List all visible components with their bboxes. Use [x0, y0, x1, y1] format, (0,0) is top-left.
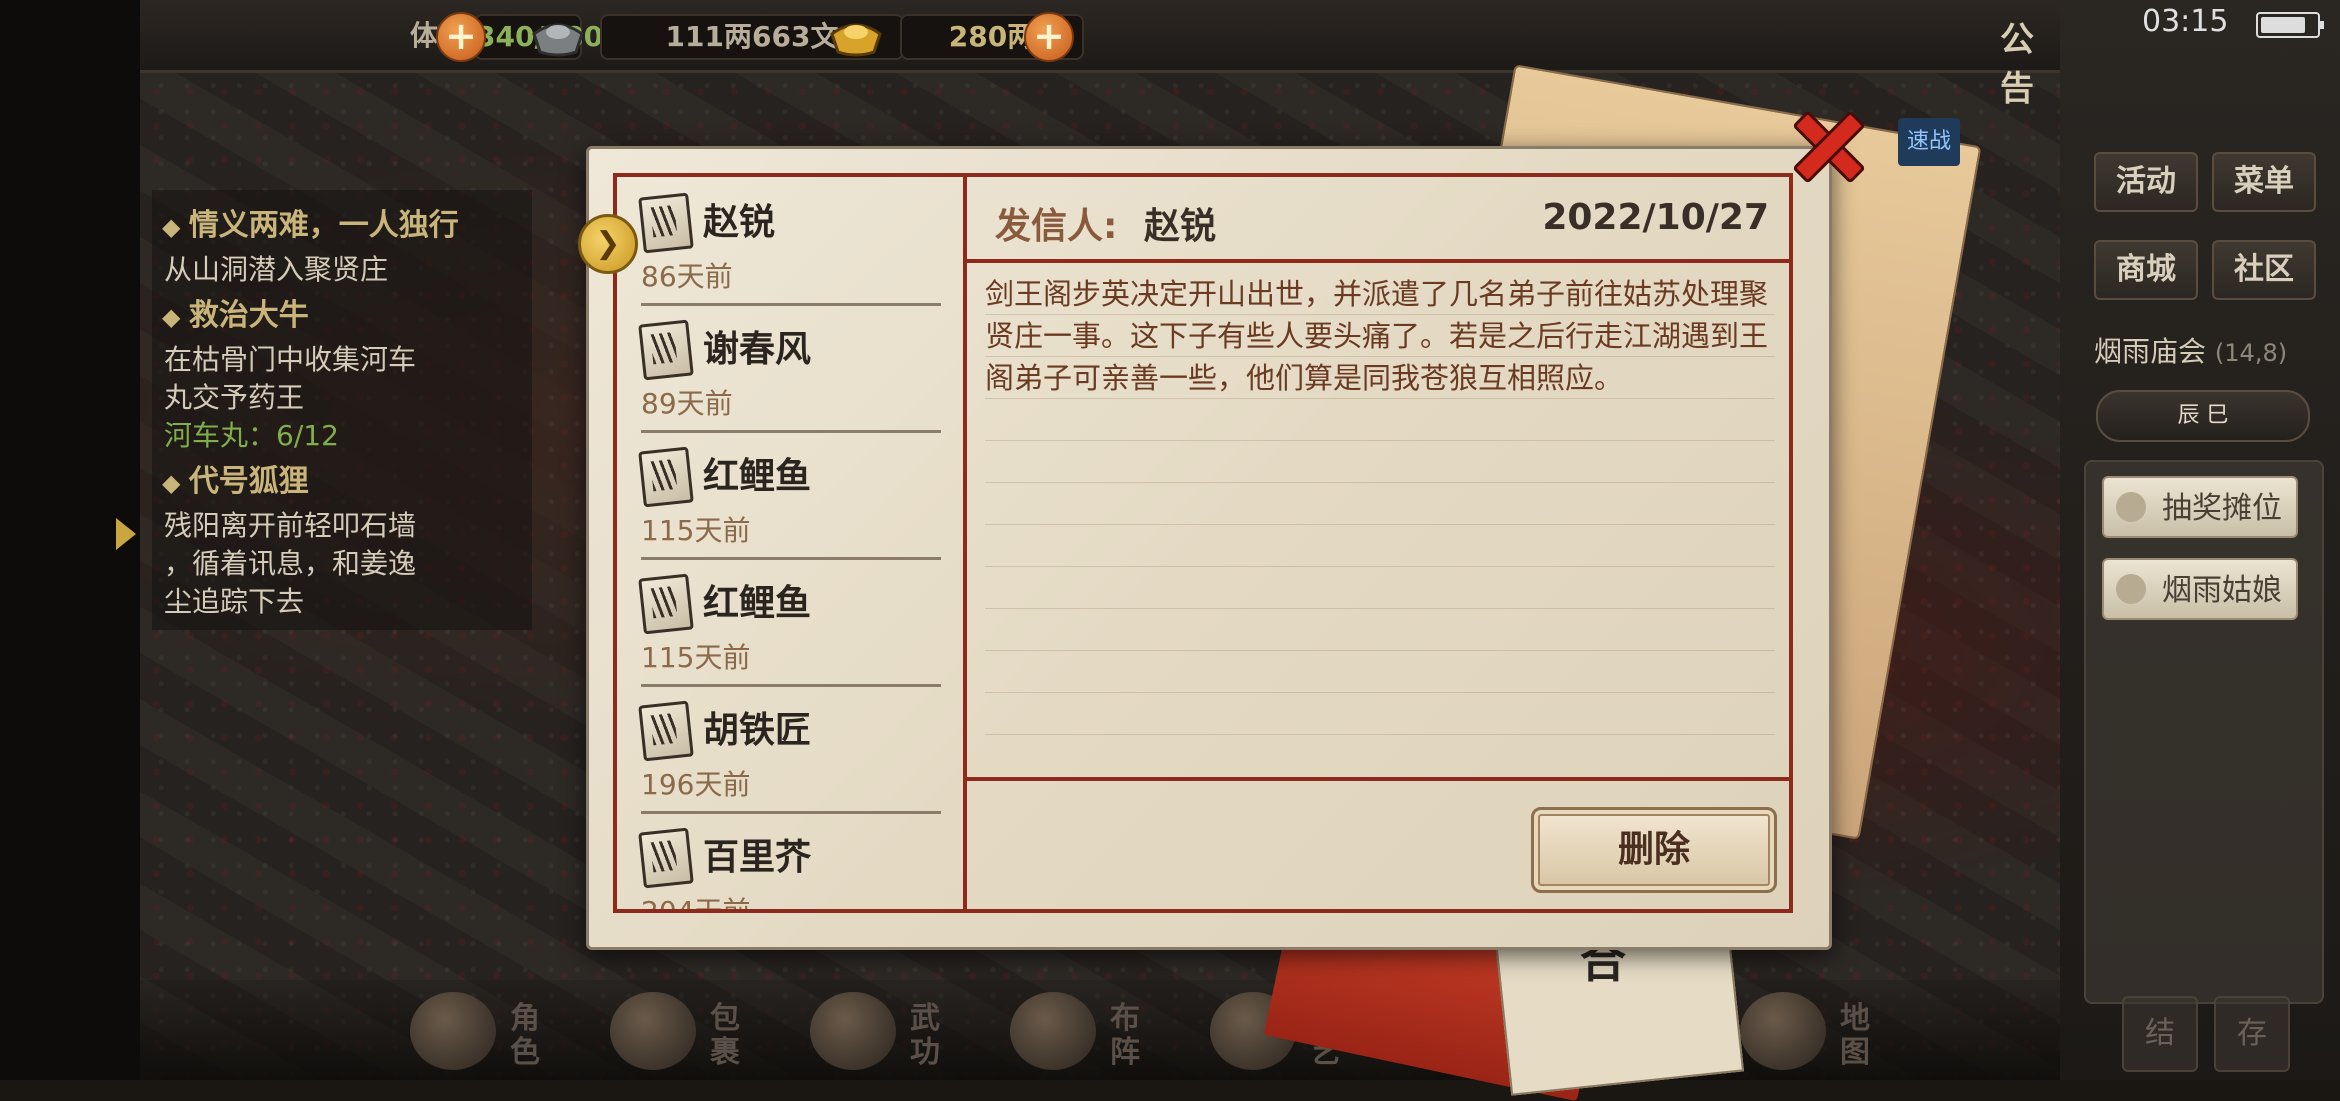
selection-arrow-icon: ❯	[578, 214, 638, 274]
scroll-letter-icon	[638, 192, 694, 254]
letter-body: 剑王阁步英决定开山出世，并派遣了几名弟子前往姑苏处理聚贤庄一事。这下子有些人要头…	[985, 273, 1775, 763]
event-panel: 抽奖摊位 烟雨姑娘	[2084, 460, 2324, 1004]
corner-button-right[interactable]: 存	[2214, 996, 2290, 1072]
quest-title[interactable]: 情义两难，一人独行	[162, 200, 459, 244]
stall-icon	[2116, 492, 2146, 522]
time-dial: 辰 巳	[2096, 390, 2310, 442]
event-label: 烟雨姑娘	[2162, 573, 2282, 608]
speed-battle-badge[interactable]: 速战	[1898, 118, 1960, 166]
nav-label: 布阵	[1110, 1001, 1140, 1070]
quest-progress: 河车丸：6/12	[164, 419, 339, 452]
letter-sender: 赵锐	[703, 202, 776, 243]
header-divider	[967, 259, 1793, 263]
list-divider	[963, 173, 967, 913]
letter-item[interactable]: 谢春风 89天前	[619, 306, 959, 433]
menu-button[interactable]: 菜单	[2212, 152, 2316, 212]
nav-character[interactable]: 角色	[410, 988, 590, 1078]
bag-icon	[610, 992, 696, 1070]
scroll-letter-icon	[638, 573, 694, 635]
close-icon[interactable]	[1780, 100, 1866, 186]
bottom-nav: 角色 包裹 武功 布阵 技艺 地图	[140, 980, 2060, 1080]
lottery-stall-button[interactable]: 抽奖摊位	[2102, 476, 2298, 538]
body-divider	[967, 777, 1793, 781]
character-icon	[410, 992, 496, 1070]
book-icon	[810, 992, 896, 1070]
letter-item[interactable]: 红鲤鱼 115天前	[619, 433, 959, 560]
announcement-button[interactable]: 公告	[2000, 12, 2060, 110]
bagua-icon	[1010, 992, 1096, 1070]
nav-martial-arts[interactable]: 武功	[810, 988, 990, 1078]
letter-sender: 红鲤鱼	[703, 456, 812, 497]
scroll-letter-icon	[638, 827, 694, 889]
letter-age: 115天前	[641, 514, 751, 547]
quest-text: 从山洞潜入聚贤庄	[164, 253, 389, 286]
quest-text: 在枯骨门中收集河车	[164, 343, 417, 376]
top-resource-bar: 体力 340/280 + 111两663文 280两 + 公告	[140, 0, 2060, 109]
nav-label: 地图	[1840, 1001, 1870, 1070]
battery-icon	[2256, 12, 2324, 38]
letter-age: 115天前	[641, 641, 751, 674]
community-button[interactable]: 社区	[2212, 240, 2316, 300]
add-gold-button[interactable]: +	[1024, 12, 1074, 62]
nav-formation[interactable]: 布阵	[1010, 988, 1190, 1078]
add-stamina-button[interactable]: +	[436, 12, 486, 62]
scroll-letter-icon	[638, 319, 694, 381]
nav-label: 包裹	[710, 1001, 740, 1070]
quest-tracker[interactable]: 情义两难，一人独行 从山洞潜入聚贤庄 救治大牛 在枯骨门中收集河车 丸交予药王 …	[152, 190, 532, 630]
letter-item[interactable]: 胡铁匠 196天前	[619, 687, 959, 814]
map-icon	[1740, 992, 1826, 1070]
corner-button-left[interactable]: 结	[2122, 996, 2198, 1072]
location-name: 烟雨庙会	[2094, 335, 2207, 368]
letter-age: 89天前	[641, 387, 733, 420]
event-label: 抽奖摊位	[2162, 491, 2282, 526]
quest-text: 丸交予药王	[164, 381, 305, 414]
letter-list[interactable]: 赵锐 86天前 谢春风 89天前 红鲤鱼 115天前 红鲤鱼 115天前 胡铁匠…	[619, 179, 959, 909]
letter-sender: 胡铁匠	[703, 710, 812, 751]
letter-sender: 百里芥	[703, 837, 812, 878]
letter-age: 204天前	[641, 890, 750, 909]
letter-item[interactable]: 赵锐 86天前	[619, 179, 959, 306]
nav-map[interactable]: 地图	[1740, 988, 1920, 1078]
sender-name: 赵锐	[1143, 206, 1216, 247]
activity-button[interactable]: 活动	[2094, 152, 2198, 212]
nav-bag[interactable]: 包裹	[610, 988, 790, 1078]
letter-age: 86天前	[641, 260, 733, 293]
letter-item[interactable]: 红鲤鱼 115天前	[619, 560, 959, 687]
yanyu-girl-button[interactable]: 烟雨姑娘	[2102, 558, 2298, 620]
shop-button[interactable]: 商城	[2094, 240, 2198, 300]
quest-text: 残阳离开前轻叩石墙	[164, 509, 417, 542]
delete-button[interactable]: 删除	[1531, 807, 1777, 893]
nav-label: 武功	[910, 1001, 940, 1070]
letter-age: 196天前	[641, 768, 751, 801]
sender-row: 发信人: 赵锐	[995, 197, 1216, 249]
nav-label: 角色	[510, 1001, 540, 1070]
quest-title[interactable]: 救治大牛	[162, 290, 309, 334]
location-label: 烟雨庙会 (14,8)	[2094, 330, 2287, 370]
quest-text: ，循着讯息，和姜逸	[164, 547, 417, 580]
quest-text: 尘追踪下去	[164, 585, 305, 618]
letter-sender: 红鲤鱼	[703, 583, 812, 624]
scroll-letter-icon	[638, 446, 694, 508]
letter-sender: 谢春风	[703, 329, 812, 370]
npc-icon	[2116, 574, 2146, 604]
gold-ingot-icon	[830, 23, 882, 57]
status-clock: 03:15	[2142, 4, 2229, 39]
scroll-letter-icon	[638, 700, 694, 762]
letter-item[interactable]: 百里芥 204天前	[619, 814, 959, 909]
quest-collapse-icon[interactable]	[116, 518, 136, 550]
sender-label: 发信人:	[995, 206, 1118, 247]
mail-dialog: 赵锐 86天前 谢春风 89天前 红鲤鱼 115天前 红鲤鱼 115天前 胡铁匠…	[586, 146, 1832, 950]
quest-title[interactable]: 代号狐狸	[162, 456, 309, 500]
location-coordinates: (14,8)	[2214, 339, 2288, 367]
letter-date: 2022/10/27	[1542, 197, 1769, 238]
ingot-icon	[532, 23, 584, 57]
